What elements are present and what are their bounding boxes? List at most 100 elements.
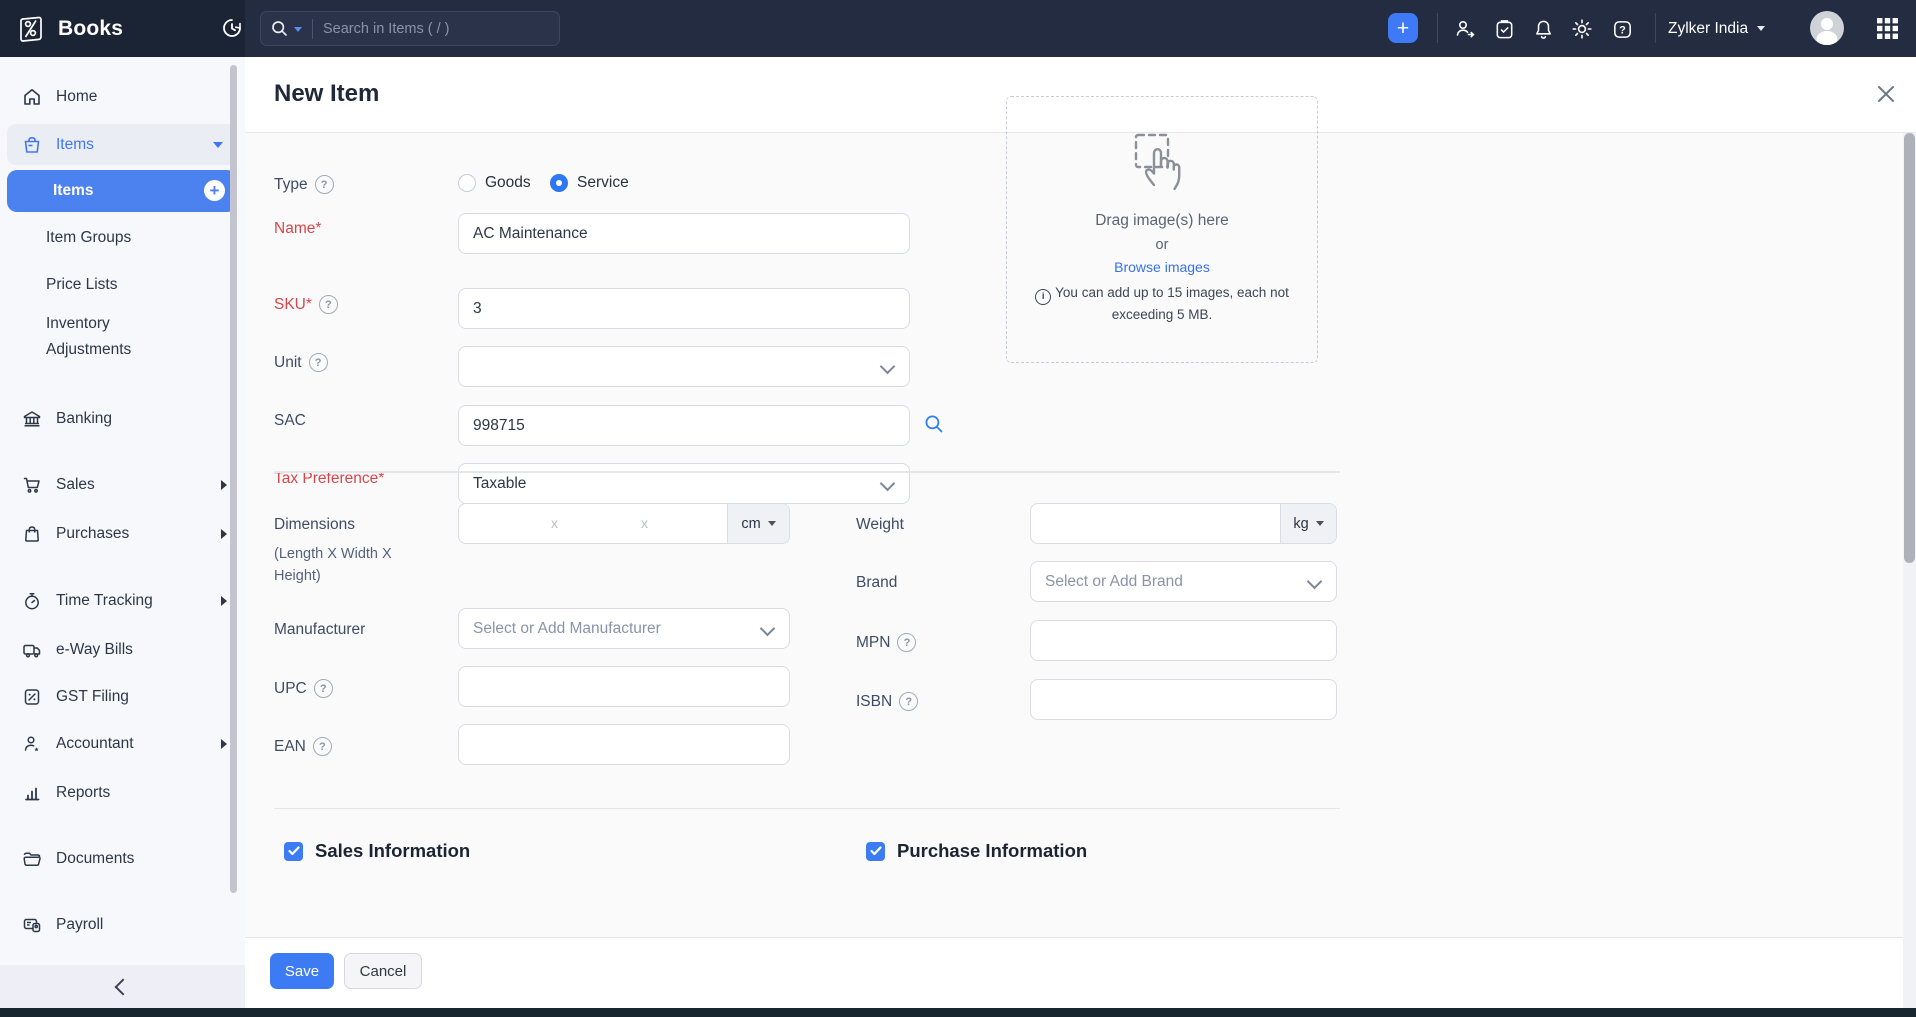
sidebar-item-label: GST Filing <box>56 688 129 706</box>
upc-input[interactable] <box>458 666 790 707</box>
topbar-divider <box>1655 13 1656 43</box>
global-search[interactable]: Search in Items ( / ) <box>260 11 560 46</box>
sidebar-item-eway-bills[interactable]: e-Way Bills <box>0 632 245 668</box>
weight-input[interactable]: kg <box>1030 503 1337 544</box>
save-button[interactable]: Save <box>270 953 334 989</box>
help-circle-icon[interactable]: ? <box>315 175 334 194</box>
checkbox-checked-icon[interactable] <box>866 842 885 861</box>
sidebar-subitem-item-groups[interactable]: Item Groups <box>0 222 237 254</box>
sidebar-item-label: Sales <box>56 476 95 494</box>
mpn-input[interactable] <box>1030 620 1337 661</box>
help-circle-icon[interactable]: ? <box>313 737 332 756</box>
sidebar-item-items-parent[interactable]: Items <box>7 124 237 165</box>
help-icon[interactable]: ? <box>1610 17 1634 41</box>
brand-label: Brand <box>856 574 897 592</box>
sidebar-item-sales[interactable]: Sales <box>0 467 245 503</box>
sidebar-subitem-items-active[interactable]: Items + <box>7 170 237 212</box>
type-goods-radio[interactable]: Goods <box>458 174 531 192</box>
upc-label: UPC ? <box>274 679 333 698</box>
sidebar-collapse-bar[interactable] <box>0 965 245 1008</box>
dimensions-input[interactable]: x x cm <box>458 503 790 544</box>
sac-search-icon[interactable] <box>924 414 944 439</box>
purchase-information-toggle[interactable]: Purchase Information <box>866 840 1087 862</box>
radio-label[interactable]: Goods <box>485 174 531 192</box>
recent-history-icon[interactable] <box>216 12 248 44</box>
sku-input[interactable] <box>458 288 910 329</box>
sidebar-item-payroll[interactable]: Payroll <box>0 907 245 943</box>
app-grid-icon[interactable] <box>1876 17 1899 40</box>
section-divider <box>274 472 1340 473</box>
close-icon[interactable] <box>1875 83 1899 107</box>
unit-select[interactable] <box>458 346 910 387</box>
sidebar-item-label: Items <box>53 182 94 200</box>
dimensions-separator: x <box>641 515 648 531</box>
items-bag-icon <box>22 135 42 155</box>
dimensions-sublabel: (Length X Width X Height) <box>274 543 424 588</box>
sidebar-item-time-tracking[interactable]: Time Tracking <box>0 583 245 619</box>
home-icon <box>22 87 42 107</box>
sidebar-item-label: Inventory Adjustments <box>46 311 176 364</box>
main-scrollbar-thumb[interactable] <box>1904 133 1915 563</box>
manufacturer-select[interactable]: Select or Add Manufacturer <box>458 608 790 649</box>
bar-chart-icon <box>22 783 42 803</box>
radio-on-icon[interactable] <box>550 174 568 192</box>
sidebar-item-label: Banking <box>56 410 112 428</box>
sidebar-item-gst-filing[interactable]: GST Filing <box>0 679 245 715</box>
folder-icon <box>22 849 42 869</box>
help-circle-icon[interactable]: ? <box>314 679 333 698</box>
tax-preference-select[interactable]: Taxable <box>458 463 910 504</box>
sidebar-subitem-inventory-adjustments[interactable]: Inventory Adjustments <box>0 309 237 365</box>
section-label: Purchase Information <box>897 840 1087 862</box>
help-circle-icon[interactable]: ? <box>319 295 338 314</box>
dimensions-unit-select[interactable]: cm <box>727 504 789 543</box>
chevron-down-icon <box>880 476 896 492</box>
sidebar-item-label: Payroll <box>56 916 103 934</box>
sidebar-item-documents[interactable]: Documents <box>0 841 245 877</box>
help-circle-icon[interactable]: ? <box>309 353 328 372</box>
help-circle-icon[interactable]: ? <box>897 633 916 652</box>
refer-users-icon[interactable] <box>1453 17 1477 41</box>
sidebar-scrollbar[interactable] <box>230 65 237 893</box>
page: Books Search in Items ( / ) + <box>0 0 1916 1017</box>
search-placeholder: Search in Items ( / ) <box>323 21 450 37</box>
name-input[interactable] <box>458 213 910 254</box>
sidebar-item-label: Time Tracking <box>56 592 153 610</box>
sales-information-toggle[interactable]: Sales Information <box>284 840 470 862</box>
org-name: Zylker India <box>1668 20 1748 38</box>
notifications-bell-icon[interactable] <box>1531 17 1555 41</box>
sidebar-item-banking[interactable]: Banking <box>0 401 245 437</box>
sidebar-item-reports[interactable]: Reports <box>0 775 245 811</box>
app-logo-area[interactable]: Books <box>0 0 245 57</box>
type-label: Type ? <box>274 175 334 194</box>
brand-placeholder: Select or Add Brand <box>1045 573 1183 591</box>
isbn-input[interactable] <box>1030 679 1337 720</box>
help-circle-icon[interactable]: ? <box>899 692 918 711</box>
sidebar-item-accountant[interactable]: Accountant <box>0 726 245 762</box>
radio-off-icon[interactable] <box>458 174 476 192</box>
sidebar-item-home[interactable]: Home <box>0 79 245 115</box>
radio-label[interactable]: Service <box>577 174 629 192</box>
sku-label: SKU* ? <box>274 295 338 314</box>
type-service-radio[interactable]: Service <box>550 174 629 192</box>
sac-input[interactable] <box>458 405 910 446</box>
sidebar-subitem-price-lists[interactable]: Price Lists <box>0 269 237 301</box>
ean-input[interactable] <box>458 724 790 765</box>
search-scope-caret-icon[interactable] <box>294 27 302 32</box>
org-switcher[interactable]: Zylker India <box>1668 0 1765 57</box>
user-avatar[interactable] <box>1810 11 1844 45</box>
checkbox-checked-icon[interactable] <box>284 842 303 861</box>
tasks-clipboard-icon[interactable] <box>1492 17 1516 41</box>
quick-create-button[interactable]: + <box>1388 13 1418 43</box>
weight-unit-select[interactable]: kg <box>1280 504 1336 543</box>
settings-gear-icon[interactable] <box>1570 17 1594 41</box>
brand-select[interactable]: Select or Add Brand <box>1030 561 1337 602</box>
bottom-edge-strip <box>0 1008 1916 1017</box>
svg-text:?: ? <box>1619 24 1626 36</box>
caret-down-icon <box>1316 521 1324 526</box>
cancel-button[interactable]: Cancel <box>344 953 422 989</box>
add-item-plus-icon[interactable]: + <box>204 180 225 201</box>
browse-images-link[interactable]: Browse images <box>1114 259 1210 275</box>
sidebar-item-label: e-Way Bills <box>56 641 133 659</box>
image-upload-dropzone[interactable]: Drag image(s) here or Browse images iYou… <box>1006 96 1318 363</box>
sidebar-item-purchases[interactable]: Purchases <box>0 516 245 552</box>
